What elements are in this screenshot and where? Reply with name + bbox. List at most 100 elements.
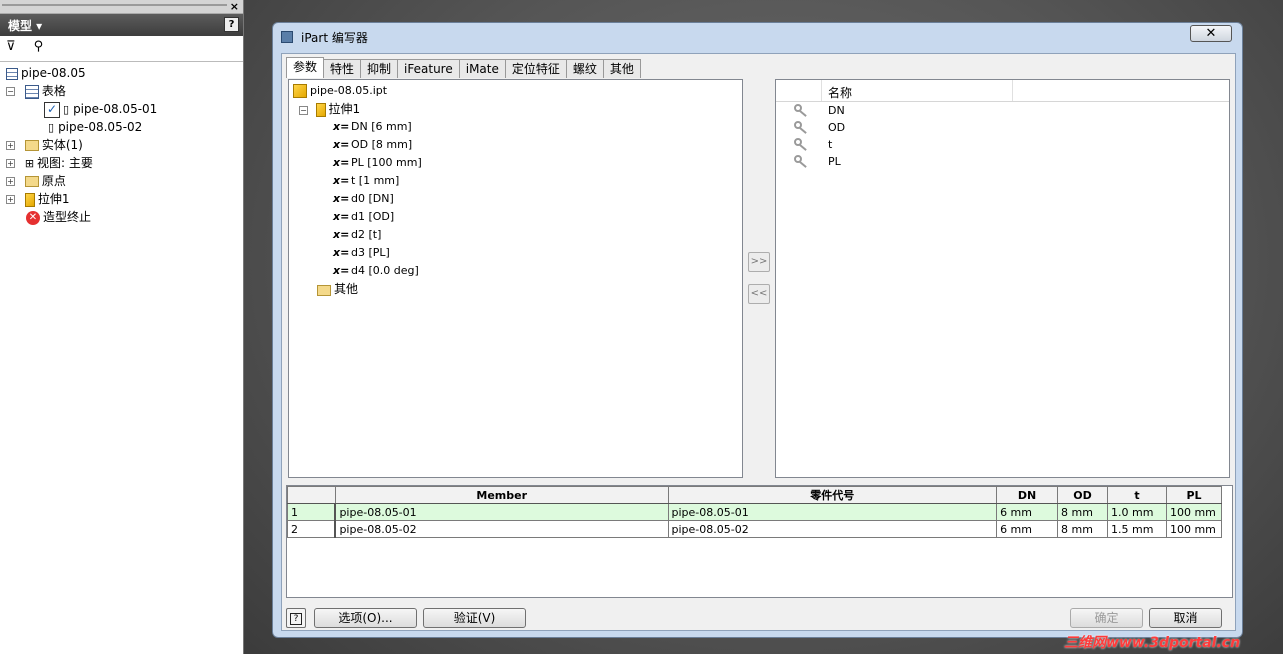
column-header-dn[interactable]: DN [996, 486, 1059, 504]
collapse-toggle[interactable]: − [299, 105, 308, 115]
cell-dn[interactable]: 6 mm [996, 503, 1059, 521]
parameter-icon: x= [333, 138, 350, 151]
tree-item-extrude[interactable]: + 拉伸1 [6, 190, 243, 208]
model-browser-panel: × 模型 ▾ ? ⊽ ⚲ pipe-08.05 − 表格 ✓ ▯ pipe-08.0… [0, 0, 244, 654]
tab-suppression[interactable]: 抑制 [360, 59, 399, 78]
tree-item-feature[interactable]: − 拉伸1 [293, 100, 742, 118]
table-row[interactable]: 2 pipe-08.05-02 pipe-08.05-02 6 mm 8 mm … [287, 520, 1223, 538]
close-button[interactable]: ✕ [1190, 25, 1232, 42]
browser-header[interactable]: 模型 ▾ ? [0, 14, 243, 36]
tree-item-root[interactable]: pipe-08.05 [6, 64, 243, 82]
check-icon: ✓ [44, 101, 60, 118]
param-item[interactable]: x= d4 [0.0 deg] [293, 262, 742, 280]
cell-member[interactable]: pipe-08.05-02 [334, 520, 669, 538]
cell-part-number[interactable]: pipe-08.05-02 [667, 520, 998, 538]
tree-item-label: 原点 [41, 174, 66, 188]
param-item[interactable]: x= d3 [PL] [293, 244, 742, 262]
param-item[interactable]: x= PL [100 mm] [293, 154, 742, 172]
tree-item-view[interactable]: + ⊞ 视图: 主要 [6, 154, 243, 172]
expand-toggle[interactable]: + [6, 195, 15, 204]
cell-t[interactable]: 1.0 mm [1106, 503, 1167, 521]
column-header-pl[interactable]: PL [1165, 486, 1223, 504]
column-header-member[interactable]: Member [334, 486, 669, 504]
remove-parameter-button[interactable]: << [748, 284, 770, 304]
param-label: t [1 mm] [351, 174, 400, 187]
key-icon [794, 104, 808, 117]
tree-item-end-of-part[interactable]: ✕ 造型终止 [6, 208, 243, 226]
tree-item-member-01[interactable]: ✓ ▯ pipe-08.05-01 [6, 100, 243, 118]
tab-parameters[interactable]: 参数 [286, 57, 325, 78]
table-row[interactable]: 1 pipe-08.05-01 pipe-08.05-01 6 mm 8 mm … [287, 503, 1223, 521]
cell-dn[interactable]: 6 mm [996, 520, 1059, 538]
list-item[interactable]: DN [776, 102, 1229, 119]
expand-toggle[interactable]: + [6, 177, 15, 186]
end-of-part-icon: ✕ [26, 210, 40, 225]
tab-strip: 参数 特性 抑制 iFeature iMate 定位特征 螺纹 其他 [286, 57, 641, 78]
dialog-titlebar[interactable]: iPart 编写器 ✕ [273, 23, 1242, 51]
panel-grip-bar[interactable]: × [0, 0, 243, 14]
param-item[interactable]: x= d1 [OD] [293, 208, 742, 226]
parameter-icon: x= [333, 246, 350, 259]
list-item[interactable]: OD [776, 119, 1229, 136]
row-number[interactable]: 2 [287, 520, 337, 538]
param-item[interactable]: x= DN [6 mm] [293, 118, 742, 136]
header-name[interactable]: 名称 [828, 84, 852, 101]
collapse-toggle[interactable]: − [6, 87, 15, 96]
model-tree: pipe-08.05 − 表格 ✓ ▯ pipe-08.05-01 ▯ pipe-08… [0, 62, 243, 226]
cell-t[interactable]: 1.5 mm [1106, 520, 1167, 538]
expand-toggle[interactable]: + [6, 141, 15, 150]
ipart-author-dialog: iPart 编写器 ✕ 参数 特性 抑制 iFeature iMate 定位特征… [272, 22, 1243, 638]
tab-ifeature[interactable]: iFeature [397, 59, 460, 78]
cell-od[interactable]: 8 mm [1057, 520, 1108, 538]
add-parameter-button[interactable]: >> [748, 252, 770, 272]
cancel-button[interactable]: 取消 [1149, 608, 1222, 628]
key-icon [794, 155, 808, 168]
cell-pl[interactable]: 100 mm [1165, 520, 1223, 538]
grip-lines [2, 4, 227, 6]
header-divider [1012, 80, 1013, 101]
expand-toggle[interactable]: + [6, 159, 15, 168]
options-button[interactable]: 选项(O)... [314, 608, 417, 628]
tab-threads[interactable]: 螺纹 [565, 59, 604, 78]
param-item[interactable]: x= t [1 mm] [293, 172, 742, 190]
tab-properties[interactable]: 特性 [323, 59, 362, 78]
tree-item-origin[interactable]: + 原点 [6, 172, 243, 190]
tree-item-other[interactable]: 其他 [293, 280, 742, 298]
tree-item-label: 造型终止 [43, 210, 92, 224]
column-header-part-number[interactable]: 零件代号 [667, 486, 998, 504]
browser-title[interactable]: 模型 ▾ [8, 19, 42, 33]
parameter-tree-panel: pipe-08.05.ipt − 拉伸1 x= DN [6 mm] x= OD [8… [288, 79, 743, 478]
cell-pl[interactable]: 100 mm [1165, 503, 1223, 521]
tree-item-table[interactable]: − 表格 [6, 82, 243, 100]
tree-item-member-02[interactable]: ▯ pipe-08.05-02 [6, 118, 243, 136]
tree-item-label: pipe-08.05 [21, 66, 86, 80]
tree-item-part-file[interactable]: pipe-08.05.ipt [293, 82, 742, 100]
cell-od[interactable]: 8 mm [1057, 503, 1108, 521]
help-button[interactable]: ? [286, 608, 306, 628]
param-label: PL [100 mm] [351, 156, 422, 169]
binoculars-icon[interactable]: ⚲ [34, 39, 44, 54]
column-header-t[interactable]: t [1106, 486, 1167, 504]
ok-button[interactable]: 确定 [1070, 608, 1143, 628]
column-header-od[interactable]: OD [1057, 486, 1108, 504]
tree-item-solids[interactable]: + 实体(1) [6, 136, 243, 154]
tab-other[interactable]: 其他 [602, 59, 641, 78]
list-item[interactable]: PL [776, 153, 1229, 170]
filter-icon[interactable]: ⊽ [6, 39, 16, 54]
list-item-label: PL [828, 155, 841, 168]
list-item[interactable]: t [776, 136, 1229, 153]
cell-part-number[interactable]: pipe-08.05-01 [667, 503, 998, 521]
param-label: d0 [DN] [351, 192, 394, 205]
verify-button[interactable]: 验证(V) [423, 608, 526, 628]
panel-close-icon[interactable]: × [230, 0, 239, 13]
param-item[interactable]: x= OD [8 mm] [293, 136, 742, 154]
cell-member[interactable]: pipe-08.05-01 [334, 503, 669, 521]
param-item[interactable]: x= d0 [DN] [293, 190, 742, 208]
row-number[interactable]: 1 [287, 503, 337, 521]
param-item[interactable]: x= d2 [t] [293, 226, 742, 244]
member-icon: ▯ [48, 121, 55, 134]
tab-work-features[interactable]: 定位特征 [504, 59, 567, 78]
tab-imate[interactable]: iMate [458, 59, 506, 78]
parameter-icon: x= [333, 210, 350, 223]
help-icon[interactable]: ? [224, 17, 239, 32]
